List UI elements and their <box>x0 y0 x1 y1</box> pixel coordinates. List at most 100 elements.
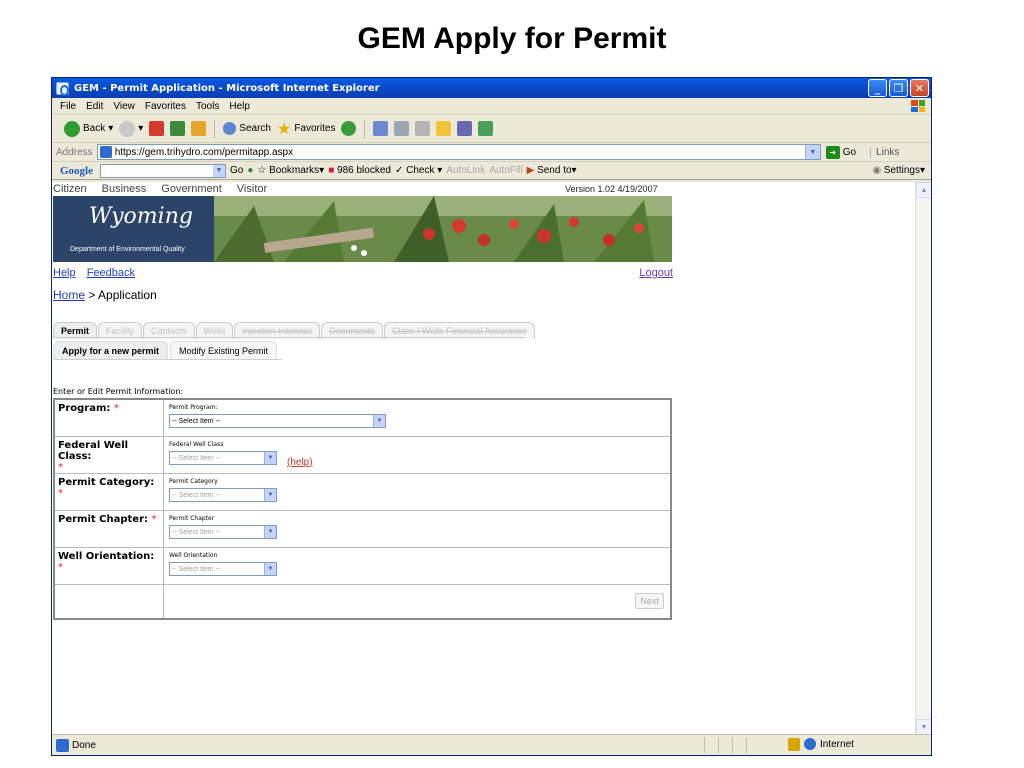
version-label: Version 1.02 4/19/2007 <box>565 184 658 194</box>
status-pane <box>732 737 746 753</box>
chevron-down-icon[interactable]: ▼ <box>264 526 276 538</box>
feedback-link[interactable]: Feedback <box>87 267 135 279</box>
back-button[interactable]: Back ▾ <box>64 120 113 137</box>
federal-well-class-label: Federal Well Class: * <box>55 437 164 473</box>
window-controls: _ ❐ ✕ <box>868 79 929 97</box>
close-button[interactable]: ✕ <box>910 79 929 97</box>
wyoming-deq-logo[interactable]: Wyoming Department of Environmental Qual… <box>53 196 214 262</box>
minimize-button[interactable]: _ <box>868 79 887 97</box>
permit-chapter-label: Permit Chapter: * <box>55 511 164 547</box>
page-icon <box>99 146 112 158</box>
edit-icon[interactable] <box>415 121 431 136</box>
nav-government[interactable]: Government <box>161 183 222 195</box>
stop-icon[interactable] <box>149 121 165 136</box>
autofill-button[interactable]: AutoFill <box>489 165 522 176</box>
permit-category-select[interactable]: -- Select Item -- ▼ <box>169 488 277 502</box>
mail-icon[interactable] <box>373 121 389 136</box>
send-to-button[interactable]: ▶ Send to▾ <box>527 165 577 176</box>
google-toolbar: Google ▼ Go ● ☆ Bookmarks▾ ■ 986 blocked… <box>52 162 931 180</box>
print-icon[interactable] <box>394 121 410 136</box>
chevron-down-icon[interactable]: ▼ <box>373 415 385 427</box>
breadcrumb-separator: > <box>85 288 99 302</box>
popup-blocker-icon: ■ <box>328 165 335 176</box>
chevron-down-icon[interactable]: ▼ <box>264 563 276 575</box>
menu-file[interactable]: File <box>60 101 76 112</box>
go-button[interactable]: ➜ Go <box>825 145 856 159</box>
google-logo[interactable]: Google <box>60 165 93 177</box>
research-icon[interactable] <box>457 121 473 136</box>
autolink-button[interactable]: AutoLink <box>446 165 485 176</box>
restore-button[interactable]: ❐ <box>889 79 908 97</box>
search-button[interactable]: Search <box>223 122 271 135</box>
wildflower-banner-image <box>214 196 672 262</box>
title-bar[interactable]: GEM - Permit Application - Microsoft Int… <box>52 78 931 98</box>
help-link[interactable]: Help <box>53 267 76 279</box>
standard-toolbar: Back ▾ ▾ Search ★ Favorites <box>52 115 931 143</box>
lock-icon[interactable] <box>788 738 800 751</box>
permit-chapter-select[interactable]: -- Select Item -- ▼ <box>169 525 277 539</box>
google-dropdown-icon[interactable]: ▼ <box>213 164 225 177</box>
permit-chapter-caption: Permit Chapter <box>169 515 215 522</box>
menu-tools[interactable]: Tools <box>196 101 219 112</box>
status-panes <box>704 737 760 753</box>
refresh-icon[interactable] <box>170 121 186 136</box>
federal-well-class-help-link[interactable]: (help) <box>287 457 313 468</box>
messenger-icon[interactable] <box>478 121 494 136</box>
slide-title: GEM Apply for Permit <box>357 22 667 55</box>
logout-link[interactable]: Logout <box>639 267 673 279</box>
chevron-down-icon[interactable]: ▼ <box>264 489 276 501</box>
popup-blocked-button[interactable]: ■ 986 blocked <box>328 165 391 176</box>
program-caption: Permit Program: <box>169 404 218 411</box>
required-marker: * <box>58 462 63 473</box>
nav-visitor[interactable]: Visitor <box>237 183 267 195</box>
home-icon[interactable] <box>191 121 207 136</box>
actions-spacer <box>55 585 164 618</box>
menu-favorites[interactable]: Favorites <box>145 101 186 112</box>
forward-button[interactable]: ▾ <box>119 120 143 137</box>
federal-well-class-select[interactable]: -- Select Item -- ▼ <box>169 451 277 465</box>
links-button[interactable]: Links <box>870 146 899 158</box>
security-zone-label: Internet <box>820 739 854 750</box>
nav-citizen[interactable]: Citizen <box>53 183 87 195</box>
google-go-button[interactable]: Go <box>230 165 243 176</box>
menu-edit[interactable]: Edit <box>86 101 103 112</box>
address-dropdown-icon[interactable]: ▼ <box>804 145 820 159</box>
site-top-nav: Citizen Business Government Visitor <box>53 183 282 195</box>
windows-logo-icon <box>911 100 925 112</box>
form-row-actions: Next <box>55 585 670 618</box>
folder-icon[interactable] <box>436 121 452 136</box>
form-row-federal-well-class: Federal Well Class: * Federal Well Class … <box>55 437 670 474</box>
menu-bar: File Edit View Favorites Tools Help <box>52 98 931 115</box>
program-select[interactable]: -- Select Item -- ▼ <box>169 414 386 428</box>
required-marker: * <box>58 562 63 573</box>
address-input[interactable]: https://gem.trihydro.com/permitapp.aspx … <box>96 144 821 160</box>
menu-help[interactable]: Help <box>229 101 250 112</box>
page-content: Citizen Business Government Visitor Vers… <box>52 182 916 735</box>
next-button[interactable]: Next <box>635 593 664 609</box>
send-icon: ▶ <box>526 165 535 176</box>
nav-business[interactable]: Business <box>102 183 147 195</box>
google-bookmarks-button[interactable]: ☆ Bookmarks▾ <box>257 165 324 176</box>
chevron-down-icon[interactable]: ▼ <box>264 452 276 464</box>
settings-gear-icon: ◉ <box>872 165 882 176</box>
subtab-modify-existing[interactable]: Modify Existing Permit <box>170 341 278 360</box>
spell-check-button[interactable]: ✓ Check ▾ <box>395 165 442 176</box>
well-orientation-select[interactable]: -- Select Item -- ▼ <box>169 562 277 576</box>
program-label: Program: * <box>55 400 164 436</box>
browser-window: GEM - Permit Application - Microsoft Int… <box>51 77 932 756</box>
google-search-input[interactable]: ▼ <box>100 163 226 178</box>
google-settings-button[interactable]: ◉ Settings▾ <box>872 165 925 176</box>
vertical-scrollbar[interactable]: ▲ ▼ <box>915 182 931 735</box>
subtab-apply-new[interactable]: Apply for a new permit <box>53 341 169 360</box>
scroll-down-icon[interactable]: ▼ <box>916 719 931 735</box>
form-row-program: Program: * Permit Program: -- Select Ite… <box>55 400 670 437</box>
scroll-up-icon[interactable]: ▲ <box>916 182 931 198</box>
favorites-button[interactable]: ★ Favorites <box>277 119 335 139</box>
breadcrumb-current: Application <box>98 288 157 302</box>
program-field: Permit Program: -- Select Item -- ▼ <box>165 400 390 432</box>
breadcrumb-home[interactable]: Home <box>53 288 85 302</box>
menu-view[interactable]: View <box>113 101 135 112</box>
well-orientation-field: Well Orientation -- Select Item -- ▼ <box>165 548 281 580</box>
back-arrow-icon <box>64 120 80 137</box>
history-icon[interactable] <box>341 121 357 136</box>
